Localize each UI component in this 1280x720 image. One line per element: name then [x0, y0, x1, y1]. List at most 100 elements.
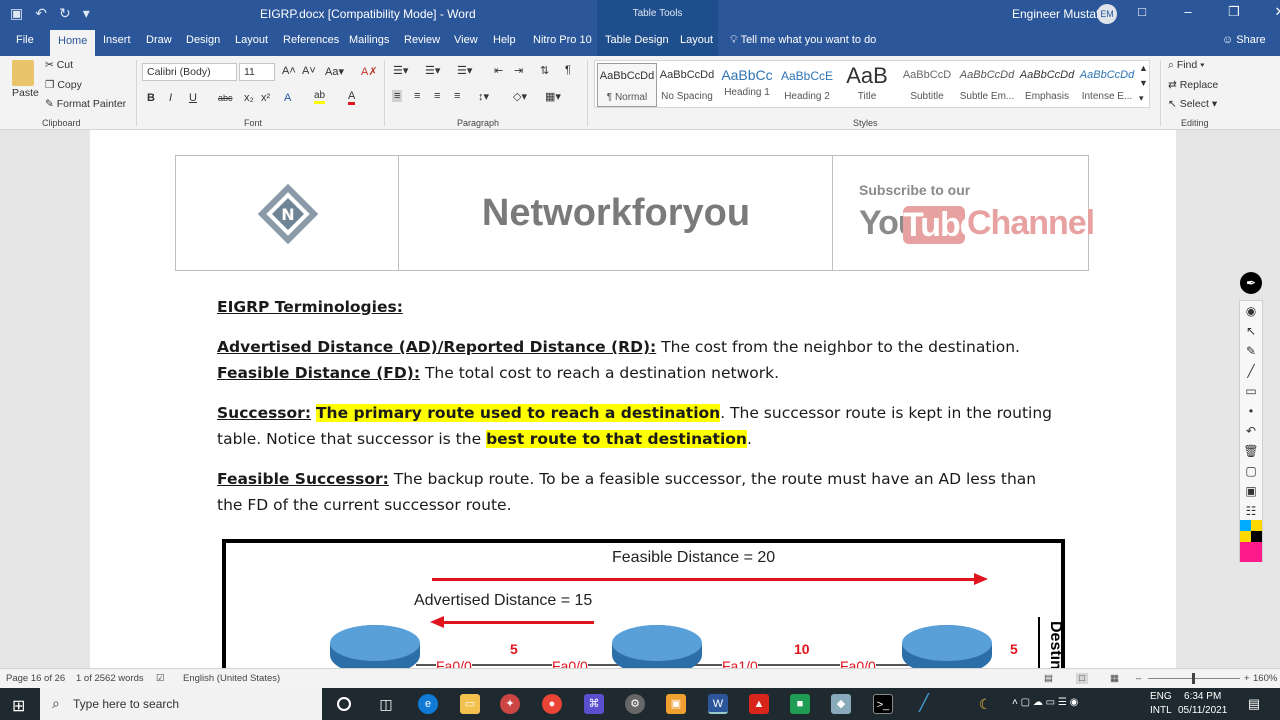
format-painter-button[interactable]: ✎ Format Painter	[45, 98, 126, 110]
paste-icon[interactable]	[12, 60, 34, 86]
tab-design[interactable]: Design	[186, 34, 220, 46]
eraser-icon[interactable]: ▭	[1240, 381, 1262, 401]
align-center-icon[interactable]: ≡	[414, 90, 420, 102]
font-color-icon[interactable]: A	[348, 90, 356, 105]
page-count[interactable]: Page 16 of 26	[6, 673, 65, 684]
app-icon[interactable]: ■	[790, 694, 810, 714]
text-effects-icon[interactable]: A	[284, 92, 291, 104]
style-subtle-emphasis[interactable]: AaBbCcDd Subtle Em...	[957, 63, 1017, 107]
zoom-level[interactable]: 160%	[1253, 673, 1277, 684]
acrobat-icon[interactable]: ▲	[749, 694, 769, 714]
app-icon[interactable]: ╱	[914, 694, 934, 714]
windows-start-icon[interactable]: ⊞	[12, 696, 25, 716]
italic-icon[interactable]: I	[169, 92, 172, 104]
file-explorer-icon[interactable]: ▭	[460, 694, 480, 714]
moon-icon[interactable]: ☾	[975, 694, 995, 714]
tab-references[interactable]: References	[283, 34, 339, 46]
pen-icon[interactable]: ✎	[1240, 341, 1262, 361]
share-button[interactable]: ☺ Share	[1222, 34, 1266, 46]
color-swatch[interactable]	[1240, 542, 1262, 562]
clipboard-icon[interactable]: ☷	[1240, 501, 1262, 521]
bold-icon[interactable]: B	[147, 92, 155, 104]
strikethrough-icon[interactable]: abc	[218, 93, 233, 103]
close-icon[interactable]: ✕	[1272, 4, 1280, 20]
web-layout-icon[interactable]: ▦	[1110, 673, 1119, 684]
color-swatch[interactable]	[1240, 520, 1251, 531]
pen-tool-icon[interactable]: ✒	[1240, 272, 1262, 294]
tab-layout[interactable]: Layout	[235, 34, 268, 46]
color-swatch[interactable]	[1251, 520, 1262, 531]
app-icon[interactable]: ▣	[666, 694, 686, 714]
tab-insert[interactable]: Insert	[103, 34, 131, 46]
eye-icon[interactable]: ◉	[1240, 301, 1262, 321]
document-page[interactable]: N Networkforyou Subscribe to our You Tub…	[90, 130, 1176, 668]
select-button[interactable]: ↖ Select ▾	[1168, 98, 1217, 110]
font-size-select[interactable]: 11	[239, 63, 275, 81]
eigrp-diagram[interactable]: Feasible Distance = 20 Advertised Distan…	[222, 539, 1065, 668]
camera-icon[interactable]: ▣	[1240, 481, 1262, 501]
chrome-icon[interactable]: ●	[542, 694, 562, 714]
subscript-icon[interactable]: x₂	[244, 92, 254, 104]
taskbar-search[interactable]: ⌕ Type here to search	[40, 688, 322, 720]
restore-icon[interactable]: ❐	[1226, 4, 1242, 20]
tab-table-layout[interactable]: Layout	[680, 34, 713, 46]
style-subtitle[interactable]: AaBbCcD Subtitle	[897, 63, 957, 107]
sort-icon[interactable]: ⇅	[540, 64, 549, 77]
underline-icon[interactable]: U	[189, 92, 197, 104]
line-icon[interactable]: ╱	[1240, 361, 1262, 381]
tab-home[interactable]: Home	[50, 30, 96, 56]
app-icon[interactable]: ◆	[831, 694, 851, 714]
app-icon[interactable]: ⚙	[625, 694, 645, 714]
color-palette[interactable]	[1240, 520, 1262, 562]
line-spacing-icon[interactable]: ↕▾	[478, 90, 489, 103]
tab-view[interactable]: View	[454, 34, 478, 46]
undo-icon[interactable]: ↶	[1240, 421, 1262, 441]
shrink-font-icon[interactable]: A˅	[302, 65, 316, 77]
style-normal[interactable]: AaBbCcDd ¶ Normal	[597, 63, 657, 107]
whiteboard-icon[interactable]: ▢	[1240, 461, 1262, 481]
align-left-icon[interactable]: ≡	[392, 90, 403, 102]
redo-icon[interactable]: ↻	[59, 5, 71, 22]
justify-icon[interactable]: ≡	[454, 90, 460, 102]
shading-icon[interactable]: ◇▾	[513, 90, 527, 103]
network-app-icon[interactable]: ⌘	[584, 694, 604, 714]
avatar[interactable]: EM	[1097, 4, 1117, 24]
align-right-icon[interactable]: ≡	[434, 90, 440, 102]
style-title[interactable]: AaB Title	[837, 63, 897, 107]
find-button[interactable]: ⌕ Find ▾	[1168, 59, 1205, 72]
tell-me-search[interactable]: 💡︎ Tell me what you want to do	[730, 34, 876, 47]
input-language[interactable]: ENG INTL	[1150, 690, 1172, 718]
ribbon-display-icon[interactable]: □	[1134, 4, 1150, 20]
trash-icon[interactable]: 🗑︎	[1240, 441, 1262, 461]
copy-button[interactable]: ❐ Copy	[45, 79, 82, 91]
grow-font-icon[interactable]: A˄	[282, 65, 296, 77]
color-swatch[interactable]	[1251, 531, 1262, 542]
tab-help[interactable]: Help	[493, 34, 516, 46]
language[interactable]: English (United States)	[183, 673, 280, 684]
style-heading-1[interactable]: AaBbCc Heading 1	[717, 63, 777, 107]
style-no-spacing[interactable]: AaBbCcDd No Spacing	[657, 63, 717, 107]
tab-nitro[interactable]: Nitro Pro 10	[533, 34, 592, 46]
pilcrow-icon[interactable]: ¶	[565, 64, 571, 76]
styles-more-icon[interactable]: ▾	[1139, 93, 1144, 104]
focus-icon[interactable]: ▤	[1044, 673, 1053, 684]
customize-qat-icon[interactable]: ▾	[83, 5, 90, 22]
tab-review[interactable]: Review	[404, 34, 440, 46]
user-name[interactable]: Engineer Mustafa	[1012, 7, 1106, 21]
print-layout-icon[interactable]: □	[1076, 673, 1088, 684]
task-view-icon[interactable]: ◫	[376, 694, 396, 714]
cortana-icon[interactable]	[337, 697, 351, 711]
tray-icons[interactable]: ˄ ▢ ☁ ▭ ☰ ◉	[1012, 697, 1078, 708]
style-intense-emphasis[interactable]: AaBbCcDd Intense E...	[1077, 63, 1137, 107]
change-case-icon[interactable]: Aa▾	[325, 65, 344, 78]
proofing-icon[interactable]: ☑	[156, 673, 165, 684]
zoom-out-icon[interactable]: –	[1136, 673, 1141, 684]
undo-icon[interactable]: ↶	[35, 5, 47, 22]
clear-formatting-icon[interactable]: A✗	[361, 65, 378, 78]
app-icon[interactable]: ✦	[500, 694, 520, 714]
style-emphasis[interactable]: AaBbCcDd Emphasis	[1017, 63, 1077, 107]
tab-mailings[interactable]: Mailings	[349, 34, 389, 46]
cut-button[interactable]: ✂ Cut	[45, 59, 73, 71]
highlight-icon[interactable]: ab	[314, 90, 326, 104]
terminal-icon[interactable]: >_	[873, 694, 893, 714]
